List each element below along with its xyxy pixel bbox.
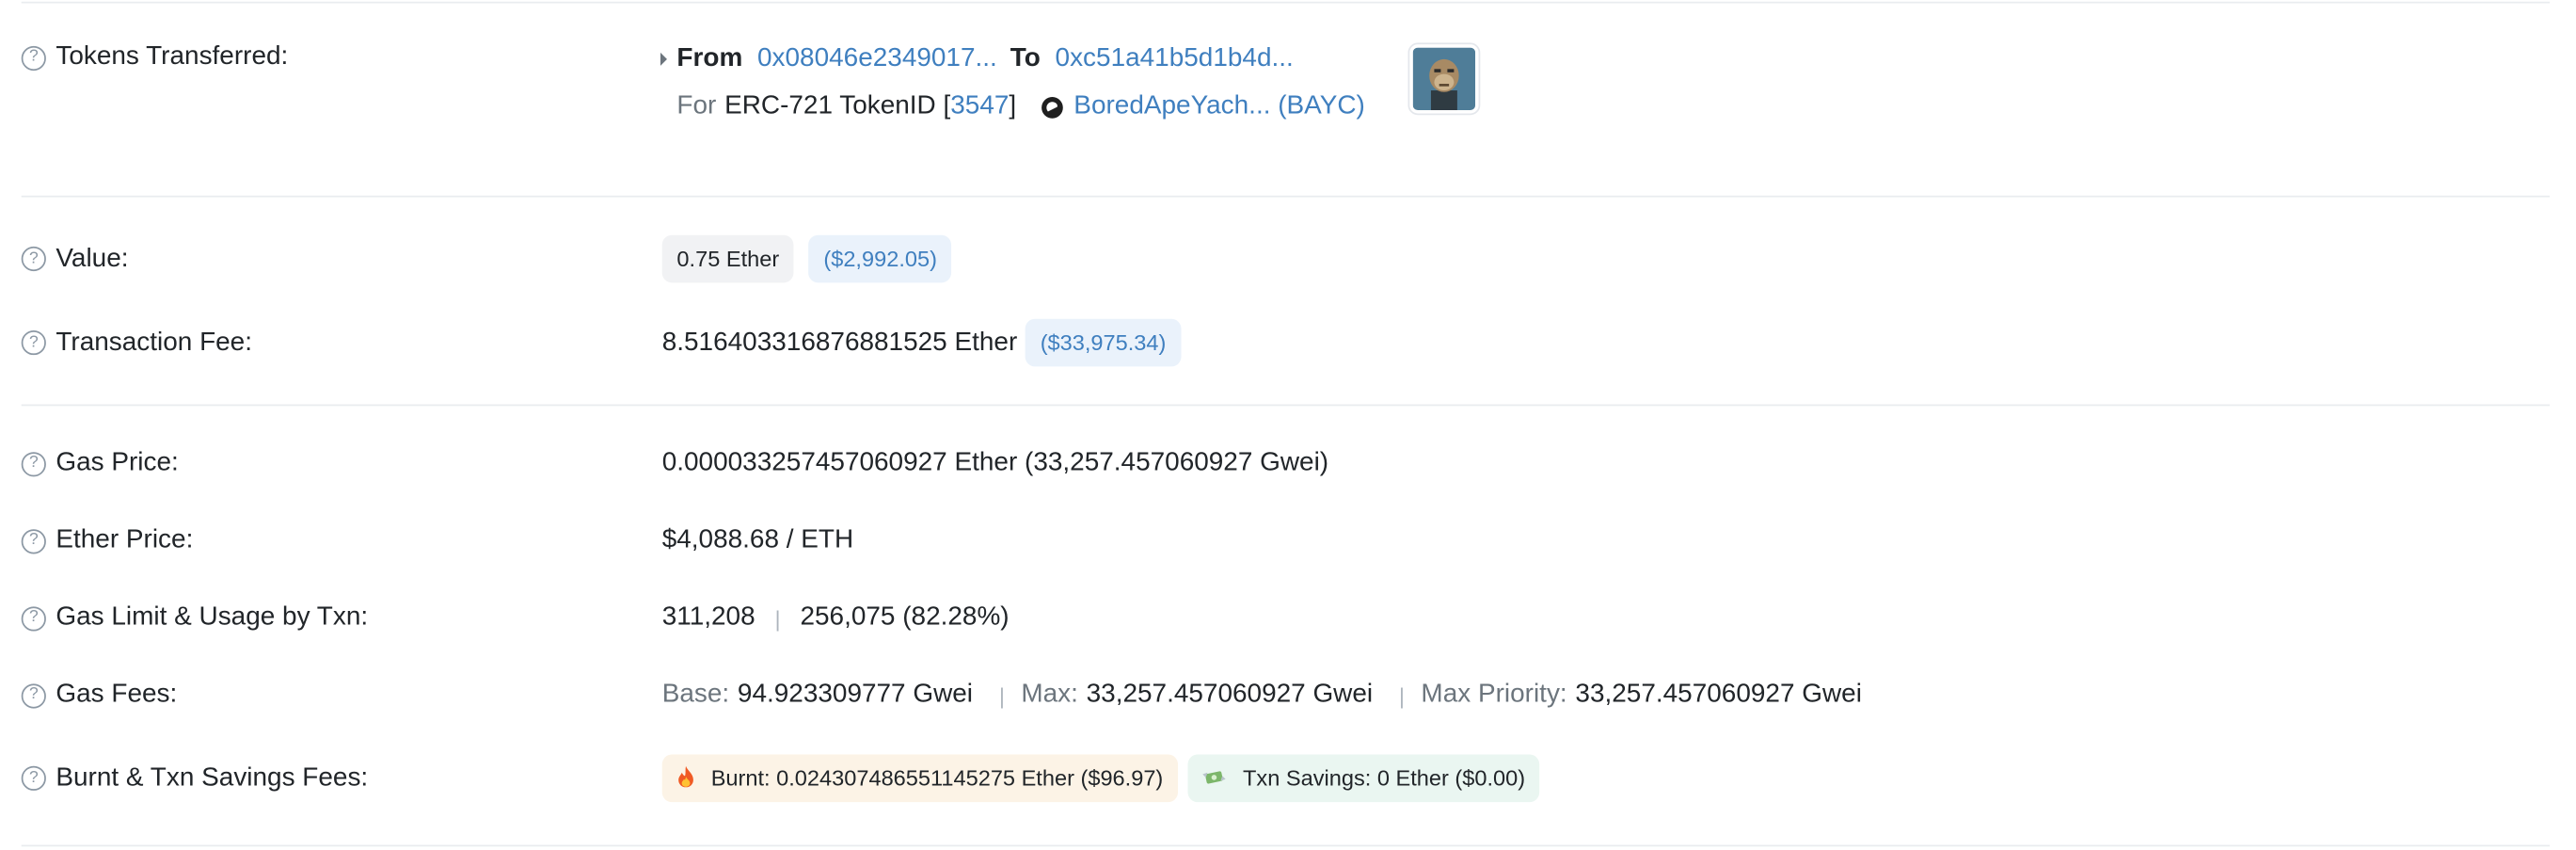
burnt-fees-content: Burnt: 0.024307486551145275 Ether ($96.9… [661,754,1540,803]
max-priority-fee-value: 33,257.457060927 Gwei [1575,680,1862,709]
max-fee-label: Max: [1021,680,1078,709]
max-priority-fee-label: Max Priority: [1421,680,1567,709]
value-row: ? Value: 0.75 Ether ($2,992.05) [21,234,2550,283]
transaction-fee-label: ? Transaction Fee: [21,328,662,357]
value-content: 0.75 Ether ($2,992.05) [661,234,952,283]
token-transfer-line-1: From 0x08046e2349017... To 0xc51a41b5d1b… [660,44,1294,73]
help-icon[interactable]: ? [21,765,46,791]
token-id-bracket: ] [1009,91,1017,120]
bored-ape-nft-thumbnail[interactable] [1407,42,1481,116]
help-icon[interactable]: ? [21,682,46,708]
help-icon[interactable]: ? [21,528,46,553]
gas-limit-label: ? Gas Limit & Usage by Txn: [21,603,662,633]
help-icon[interactable]: ? [21,329,46,356]
txn-savings-text: Txn Savings: 0 Ether ($0.00) [1243,765,1526,791]
to-address-link[interactable]: 0xc51a41b5d1b4d... [1056,44,1294,73]
token-id-link[interactable]: 3547 [950,92,1009,121]
transaction-fee-row: ? Transaction Fee: 8.516403316876881525 … [21,318,2550,367]
value-label: ? Value: [21,244,662,273]
txn-savings-badge: Txn Savings: 0 Ether ($0.00) [1187,754,1540,803]
from-address-link[interactable]: 0x08046e2349017... [757,44,997,73]
transaction-details-panel: ? Tokens Transferred: From 0x08046e23490… [0,0,2576,850]
max-fee-value: 33,257.457060927 Gwei [1086,680,1374,709]
gas-limit-content: 311,208 | 256,075 (82.28%) [662,603,1010,633]
ether-price-row: ? Ether Price: $4,088.68 / ETH [21,522,2550,558]
base-fee-value: 94.923309777 Gwei [737,680,974,709]
help-icon[interactable]: ? [21,45,46,71]
gas-fees-separator: | [998,682,1005,708]
gas-usage-value: 256,075 (82.28%) [800,602,1010,632]
gas-limit-row: ? Gas Limit & Usage by Txn: 311,208 | 25… [21,600,2550,635]
ether-price-value: $4,088.68 / ETH [661,525,854,554]
fire-icon [676,764,694,793]
value-usd-badge: ($2,992.05) [808,234,952,283]
base-fee-label: Base: [661,680,730,709]
token-standard-text: ERC-721 TokenID [ [724,91,951,120]
from-label: From [676,44,743,72]
bored-ape-image-icon [1412,47,1476,110]
burnt-fee-text: Burnt: 0.024307486551145275 Ether ($96.9… [710,765,1164,791]
bottom-divider [21,844,2551,847]
gas-price-row: ? Gas Price: 0.000033257457060927 Ether … [21,445,2550,481]
help-icon[interactable]: ? [21,451,46,476]
for-label: For [676,91,717,120]
value-ether-badge: 0.75 Ether [661,234,794,283]
token-transfer-line-2: For ERC-721 TokenID [ 3547 ] BoredApeYac… [676,92,1364,121]
money-wings-icon [1202,764,1226,793]
burnt-fee-badge: Burnt: 0.024307486551145275 Ether ($96.9… [661,754,1179,803]
ether-price-label: ? Ether Price: [21,526,662,555]
gas-fees-separator: | [1399,682,1405,708]
token-name-link[interactable]: BoredApeYach... (BAYC) [1073,92,1365,121]
divider-2 [21,404,2551,407]
gas-fees-label: ? Gas Fees: [21,681,662,710]
burnt-fees-row: ? Burnt & Txn Savings Fees: Burnt: 0.024… [21,753,2550,804]
tokens-transferred-label: ? Tokens Transferred: [21,42,662,72]
caret-right-icon[interactable] [660,52,667,66]
transaction-fee-ether: 8.516403316876881525 Ether [661,328,1018,357]
gas-fees-row: ? Gas Fees: Base: 94.923309777 Gwei | Ma… [21,677,2550,713]
help-icon[interactable]: ? [21,605,46,631]
gas-price-value: 0.000033257457060927 Ether (33,257.45706… [661,448,1329,477]
gas-fees-content: Base: 94.923309777 Gwei | Max: 33,257.45… [662,681,1862,710]
burnt-fees-label: ? Burnt & Txn Savings Fees: [21,763,662,793]
gas-limit-separator: | [774,605,781,631]
gas-limit-value: 311,208 [661,602,755,632]
transaction-fee-usd-badge: ($33,975.34) [1025,318,1182,367]
bayc-token-icon [1041,96,1063,118]
to-label: To [1010,44,1041,72]
help-icon[interactable]: ? [21,246,46,272]
divider-1 [21,195,2551,198]
top-divider [21,1,2551,4]
transaction-fee-content: 8.516403316876881525 Ether ($33,975.34) [661,318,1182,367]
gas-price-label: ? Gas Price: [21,449,662,478]
